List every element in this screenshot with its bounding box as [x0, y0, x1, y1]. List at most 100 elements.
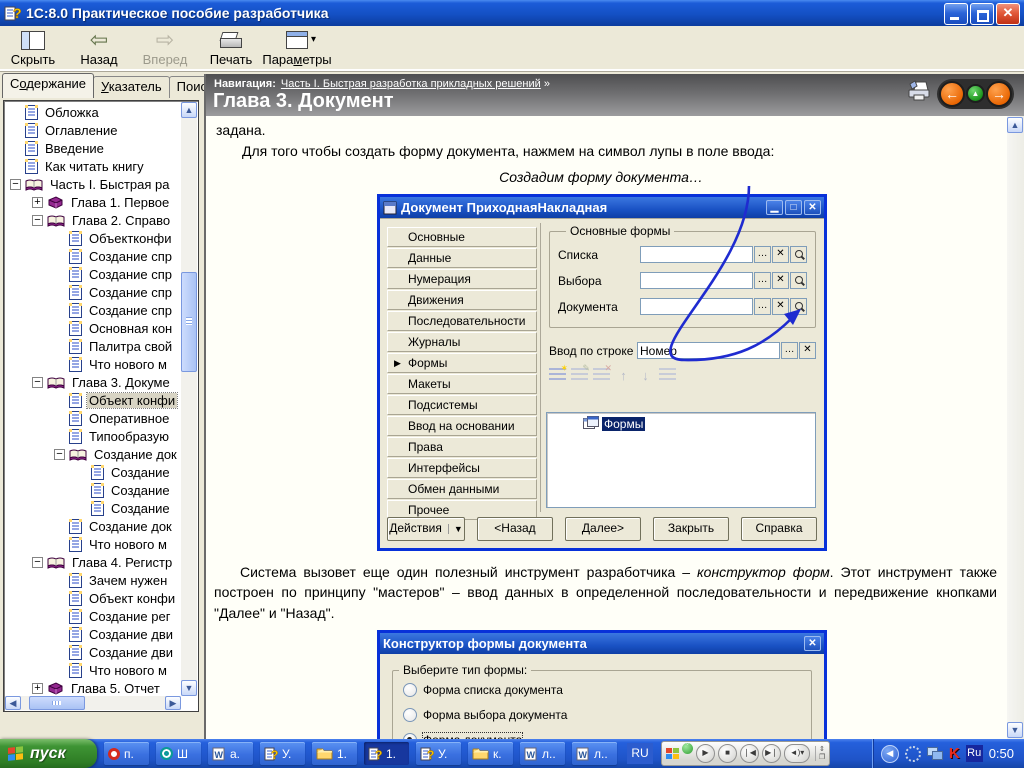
- stop-icon[interactable]: ■: [718, 744, 737, 763]
- close-button[interactable]: [996, 3, 1020, 25]
- magnifier-button[interactable]: [790, 246, 807, 263]
- category-интерфейсы[interactable]: Интерфейсы: [387, 458, 537, 478]
- magnifier-button[interactable]: [790, 272, 807, 289]
- tab-указатель[interactable]: Указатель: [93, 76, 170, 98]
- tree-item[interactable]: Введение: [6, 139, 181, 157]
- category-нумерация[interactable]: Нумерация: [387, 269, 537, 289]
- tray-language-indicator[interactable]: Ru: [966, 745, 983, 762]
- add-form-icon[interactable]: ✶: [549, 368, 566, 383]
- tree-item[interactable]: Создание спр: [6, 283, 181, 301]
- tree-horizontal-scrollbar[interactable]: ◀ ▶: [5, 696, 181, 710]
- collapse-chevron-icon[interactable]: ◀: [881, 745, 899, 763]
- collapse-icon[interactable]: [10, 179, 21, 190]
- tree-item[interactable]: Глава 5. Отчет: [6, 679, 181, 695]
- printer-icon[interactable]: [905, 78, 933, 109]
- expand-icon[interactable]: [32, 197, 43, 208]
- play-icon[interactable]: ▶: [696, 744, 715, 763]
- forms-listbox[interactable]: Формы: [546, 412, 816, 508]
- expand-icon[interactable]: [32, 683, 43, 694]
- collapse-icon[interactable]: [32, 377, 43, 388]
- clear-x-button[interactable]: ✕: [799, 342, 816, 359]
- windows-flag-icon[interactable]: [666, 748, 679, 759]
- clear-x-button[interactable]: ✕: [772, 298, 789, 315]
- back-circle-icon[interactable]: ←: [939, 81, 965, 107]
- scroll-down-icon[interactable]: ▼: [181, 680, 197, 696]
- restore-button[interactable]: [970, 3, 994, 25]
- taskbar-item[interactable]: Ш: [156, 742, 201, 765]
- tab-содержание[interactable]: Содержание: [2, 73, 94, 98]
- start-button[interactable]: пуск: [0, 739, 97, 768]
- tree-item[interactable]: Часть I. Быстрая ра: [6, 175, 181, 193]
- tree-item[interactable]: Что нового м: [6, 661, 181, 679]
- tree-item[interactable]: Глава 1. Первое: [6, 193, 181, 211]
- clear-x-button[interactable]: ✕: [772, 246, 789, 263]
- tree-item[interactable]: Как читать книгу: [6, 157, 181, 175]
- scroll-up-icon[interactable]: ▲: [1007, 117, 1023, 133]
- tree-item[interactable]: Создание спр: [6, 301, 181, 319]
- закрыть-button[interactable]: Закрыть: [653, 517, 729, 541]
- scroll-right-icon[interactable]: ▶: [165, 696, 181, 710]
- taskbar-item[interactable]: Wа.: [208, 742, 253, 765]
- list-item[interactable]: Формы: [583, 416, 815, 432]
- collapse-icon[interactable]: [32, 215, 43, 226]
- taskbar-item[interactable]: ?У.: [260, 742, 305, 765]
- списка-field[interactable]: [640, 246, 753, 263]
- tree-item[interactable]: Создание дви: [6, 625, 181, 643]
- forward-circle-icon[interactable]: →: [986, 81, 1012, 107]
- category-подсистемы[interactable]: Подсистемы: [387, 395, 537, 415]
- edit-form-icon[interactable]: ✎: [571, 368, 588, 383]
- hide-panel-button[interactable]: Скрыть: [0, 29, 66, 69]
- radio-icon[interactable]: [403, 683, 417, 697]
- tree-item[interactable]: Создание: [6, 499, 181, 517]
- input-by-string-field[interactable]: Номер: [637, 342, 780, 359]
- move-down-icon[interactable]: ↓: [637, 368, 654, 383]
- scrollbar-thumb[interactable]: [181, 272, 197, 372]
- category-основные[interactable]: Основные: [387, 227, 537, 247]
- volume-icon[interactable]: ◄)▾: [784, 744, 810, 763]
- tree-item[interactable]: Глава 3. Докуме: [6, 373, 181, 391]
- category-последовательности[interactable]: Последовательности: [387, 311, 537, 331]
- ellipsis-button[interactable]: …: [754, 298, 771, 315]
- category-данные[interactable]: Данные: [387, 248, 537, 268]
- документа-field[interactable]: [640, 298, 753, 315]
- tree-item[interactable]: Что нового м: [6, 355, 181, 373]
- tree-item[interactable]: Оперативное: [6, 409, 181, 427]
- radio-icon[interactable]: [403, 733, 417, 739]
- tree-item[interactable]: Объект конфи: [6, 391, 181, 409]
- category-макеты[interactable]: Макеты: [387, 374, 537, 394]
- category-движения[interactable]: Движения: [387, 290, 537, 310]
- taskbar-item[interactable]: ?1.: [364, 742, 409, 765]
- collapse-icon[interactable]: [54, 449, 65, 460]
- sort-icon[interactable]: [659, 368, 676, 383]
- top-circle-icon[interactable]: ▲: [966, 84, 985, 103]
- tree-item[interactable]: Создание спр: [6, 247, 181, 265]
- language-indicator[interactable]: RU: [627, 743, 653, 764]
- radio-option[interactable]: Форма списка документа: [403, 683, 803, 697]
- tree-item[interactable]: Типообразую: [6, 427, 181, 445]
- tree-item[interactable]: Создание: [6, 463, 181, 481]
- category-права[interactable]: Права: [387, 437, 537, 457]
- close-icon[interactable]: ✕: [804, 636, 821, 651]
- tree-item[interactable]: Создание док: [6, 445, 181, 463]
- options-window-button[interactable]: Параметры: [264, 29, 330, 69]
- taskbar-item[interactable]: ?У.: [416, 742, 461, 765]
- tree-item[interactable]: Глава 2. Справо: [6, 211, 181, 229]
- category-обмен-данными[interactable]: Обмен данными: [387, 479, 537, 499]
- magnifier-button[interactable]: [790, 298, 807, 315]
- действия-button[interactable]: Действия▼: [387, 517, 465, 541]
- справка-button[interactable]: Справка: [741, 517, 817, 541]
- dotted-circle-icon[interactable]: [905, 746, 921, 762]
- tree-item[interactable]: Основная кон: [6, 319, 181, 337]
- назад-button[interactable]: <Назад: [477, 517, 553, 541]
- maximize-icon[interactable]: □: [785, 200, 802, 215]
- tree-item[interactable]: Зачем нужен: [6, 571, 181, 589]
- tree-item[interactable]: Создание: [6, 481, 181, 499]
- radio-option[interactable]: Форма документа: [403, 733, 803, 739]
- далее-button[interactable]: Далее>: [565, 517, 641, 541]
- category-ввод-на-основании[interactable]: Ввод на основании: [387, 416, 537, 436]
- tree-item[interactable]: Создание рег: [6, 607, 181, 625]
- minimize-button[interactable]: [944, 3, 968, 25]
- tree-item[interactable]: Создание спр: [6, 265, 181, 283]
- kaspersky-icon[interactable]: K: [949, 745, 960, 762]
- collapse-icon[interactable]: [32, 557, 43, 568]
